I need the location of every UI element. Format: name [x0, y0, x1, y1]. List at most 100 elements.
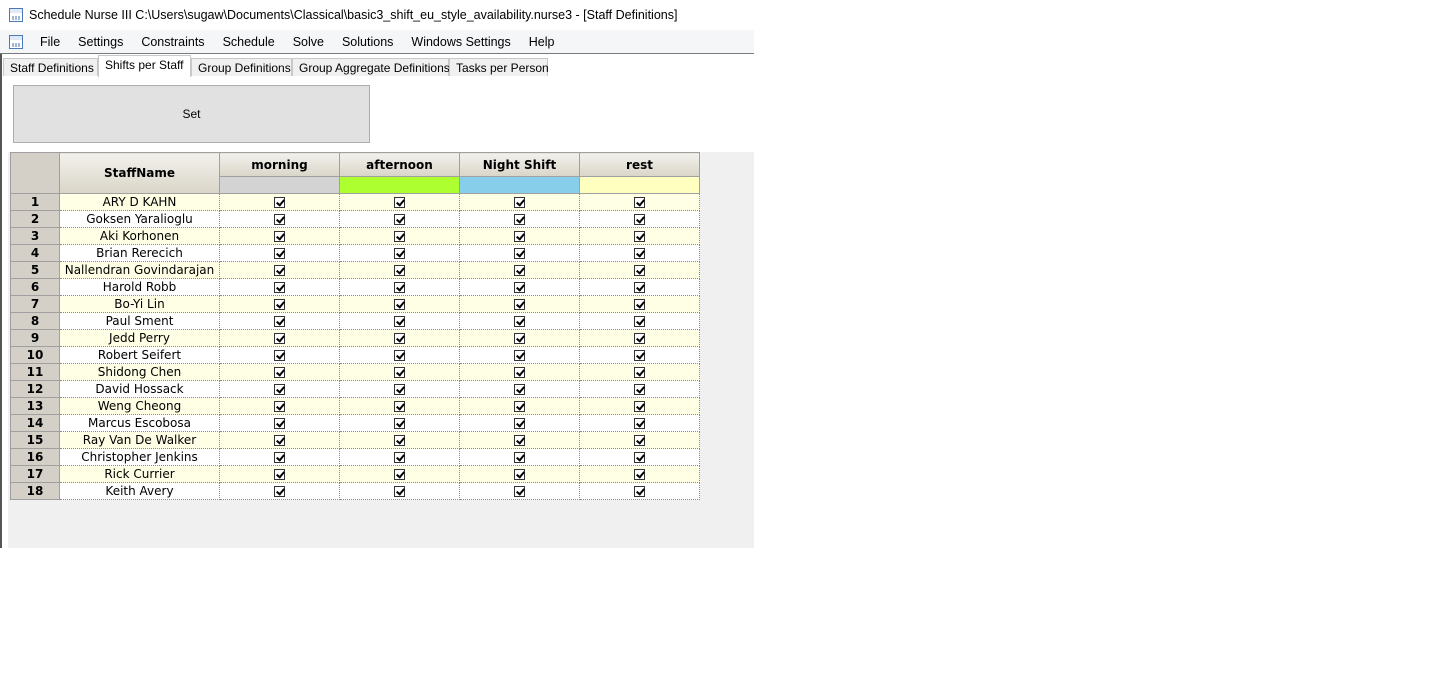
staff-name-cell[interactable]: Aki Korhonen [59, 227, 220, 245]
column-header-afternoon[interactable]: afternoon [339, 152, 460, 177]
column-header-rest[interactable]: rest [579, 152, 700, 177]
row-header[interactable]: 5 [10, 261, 60, 279]
tab-staff-definitions[interactable]: Staff Definitions [3, 58, 98, 76]
availability-checkbox[interactable] [514, 469, 525, 480]
availability-checkbox[interactable] [634, 197, 645, 208]
row-header[interactable]: 10 [10, 346, 60, 364]
row-header[interactable]: 6 [10, 278, 60, 296]
availability-checkbox[interactable] [274, 418, 285, 429]
availability-checkbox[interactable] [514, 231, 525, 242]
column-header-staffname[interactable]: StaffName [59, 152, 220, 194]
availability-checkbox[interactable] [394, 231, 405, 242]
availability-checkbox[interactable] [394, 367, 405, 378]
staff-name-cell[interactable]: Marcus Escobosa [59, 414, 220, 432]
row-header[interactable]: 11 [10, 363, 60, 381]
availability-checkbox[interactable] [274, 231, 285, 242]
availability-checkbox[interactable] [514, 333, 525, 344]
availability-checkbox[interactable] [394, 469, 405, 480]
tab-tasks-per-person[interactable]: Tasks per Person [449, 58, 549, 76]
availability-checkbox[interactable] [634, 452, 645, 463]
staff-name-cell[interactable]: ARY D KAHN [59, 193, 220, 211]
availability-checkbox[interactable] [274, 316, 285, 327]
availability-checkbox[interactable] [274, 384, 285, 395]
availability-checkbox[interactable] [394, 197, 405, 208]
availability-checkbox[interactable] [634, 316, 645, 327]
staff-name-cell[interactable]: Bo-Yi Lin [59, 295, 220, 313]
column-header-morning[interactable]: morning [219, 152, 340, 177]
availability-checkbox[interactable] [634, 384, 645, 395]
staff-name-cell[interactable]: Brian Rerecich [59, 244, 220, 262]
availability-checkbox[interactable] [634, 299, 645, 310]
availability-checkbox[interactable] [514, 197, 525, 208]
menu-windows-settings[interactable]: Windows Settings [404, 35, 521, 49]
availability-checkbox[interactable] [514, 367, 525, 378]
availability-checkbox[interactable] [394, 265, 405, 276]
availability-checkbox[interactable] [274, 469, 285, 480]
row-header[interactable]: 18 [10, 482, 60, 500]
availability-checkbox[interactable] [394, 316, 405, 327]
availability-checkbox[interactable] [634, 401, 645, 412]
availability-checkbox[interactable] [514, 265, 525, 276]
availability-checkbox[interactable] [274, 299, 285, 310]
staff-name-cell[interactable]: Paul Sment [59, 312, 220, 330]
shift-color-rest[interactable] [579, 176, 700, 194]
menu-file[interactable]: File [33, 35, 71, 49]
availability-checkbox[interactable] [274, 197, 285, 208]
staff-name-cell[interactable]: Goksen Yaralioglu [59, 210, 220, 228]
availability-checkbox[interactable] [634, 333, 645, 344]
row-header[interactable]: 9 [10, 329, 60, 347]
tab-shifts-per-staff[interactable]: Shifts per Staff [98, 55, 191, 77]
availability-checkbox[interactable] [274, 452, 285, 463]
staff-name-cell[interactable]: Weng Cheong [59, 397, 220, 415]
availability-checkbox[interactable] [394, 214, 405, 225]
availability-checkbox[interactable] [514, 418, 525, 429]
availability-checkbox[interactable] [274, 214, 285, 225]
availability-checkbox[interactable] [274, 435, 285, 446]
set-button[interactable]: Set [13, 85, 370, 143]
availability-checkbox[interactable] [634, 367, 645, 378]
shift-color-morning[interactable] [219, 176, 340, 194]
availability-checkbox[interactable] [394, 384, 405, 395]
availability-checkbox[interactable] [274, 367, 285, 378]
availability-checkbox[interactable] [634, 231, 645, 242]
menu-settings[interactable]: Settings [71, 35, 134, 49]
menu-schedule[interactable]: Schedule [216, 35, 286, 49]
staff-name-cell[interactable]: Jedd Perry [59, 329, 220, 347]
row-header[interactable]: 16 [10, 448, 60, 466]
availability-checkbox[interactable] [514, 248, 525, 259]
staff-name-cell[interactable]: Christopher Jenkins [59, 448, 220, 466]
availability-checkbox[interactable] [394, 282, 405, 293]
availability-checkbox[interactable] [634, 248, 645, 259]
availability-checkbox[interactable] [394, 248, 405, 259]
grid-corner[interactable] [10, 152, 60, 194]
availability-checkbox[interactable] [634, 486, 645, 497]
availability-checkbox[interactable] [274, 333, 285, 344]
menu-solutions[interactable]: Solutions [335, 35, 404, 49]
availability-checkbox[interactable] [514, 350, 525, 361]
availability-checkbox[interactable] [634, 435, 645, 446]
availability-checkbox[interactable] [514, 384, 525, 395]
menu-help[interactable]: Help [522, 35, 566, 49]
row-header[interactable]: 8 [10, 312, 60, 330]
availability-checkbox[interactable] [274, 248, 285, 259]
staff-name-cell[interactable]: Robert Seifert [59, 346, 220, 364]
availability-checkbox[interactable] [394, 486, 405, 497]
staff-name-cell[interactable]: Harold Robb [59, 278, 220, 296]
staff-name-cell[interactable]: Keith Avery [59, 482, 220, 500]
availability-checkbox[interactable] [514, 214, 525, 225]
availability-checkbox[interactable] [274, 401, 285, 412]
availability-checkbox[interactable] [514, 452, 525, 463]
tab-group-aggregate-definitions[interactable]: Group Aggregate Definitions [292, 58, 450, 76]
availability-checkbox[interactable] [274, 265, 285, 276]
availability-checkbox[interactable] [274, 486, 285, 497]
availability-checkbox[interactable] [634, 418, 645, 429]
availability-checkbox[interactable] [514, 435, 525, 446]
availability-checkbox[interactable] [634, 469, 645, 480]
availability-checkbox[interactable] [394, 299, 405, 310]
staff-name-cell[interactable]: David Hossack [59, 380, 220, 398]
shift-color-night-shift[interactable] [459, 176, 580, 194]
document-icon[interactable] [9, 34, 23, 49]
row-header[interactable]: 12 [10, 380, 60, 398]
staff-name-cell[interactable]: Rick Currier [59, 465, 220, 483]
availability-checkbox[interactable] [634, 214, 645, 225]
